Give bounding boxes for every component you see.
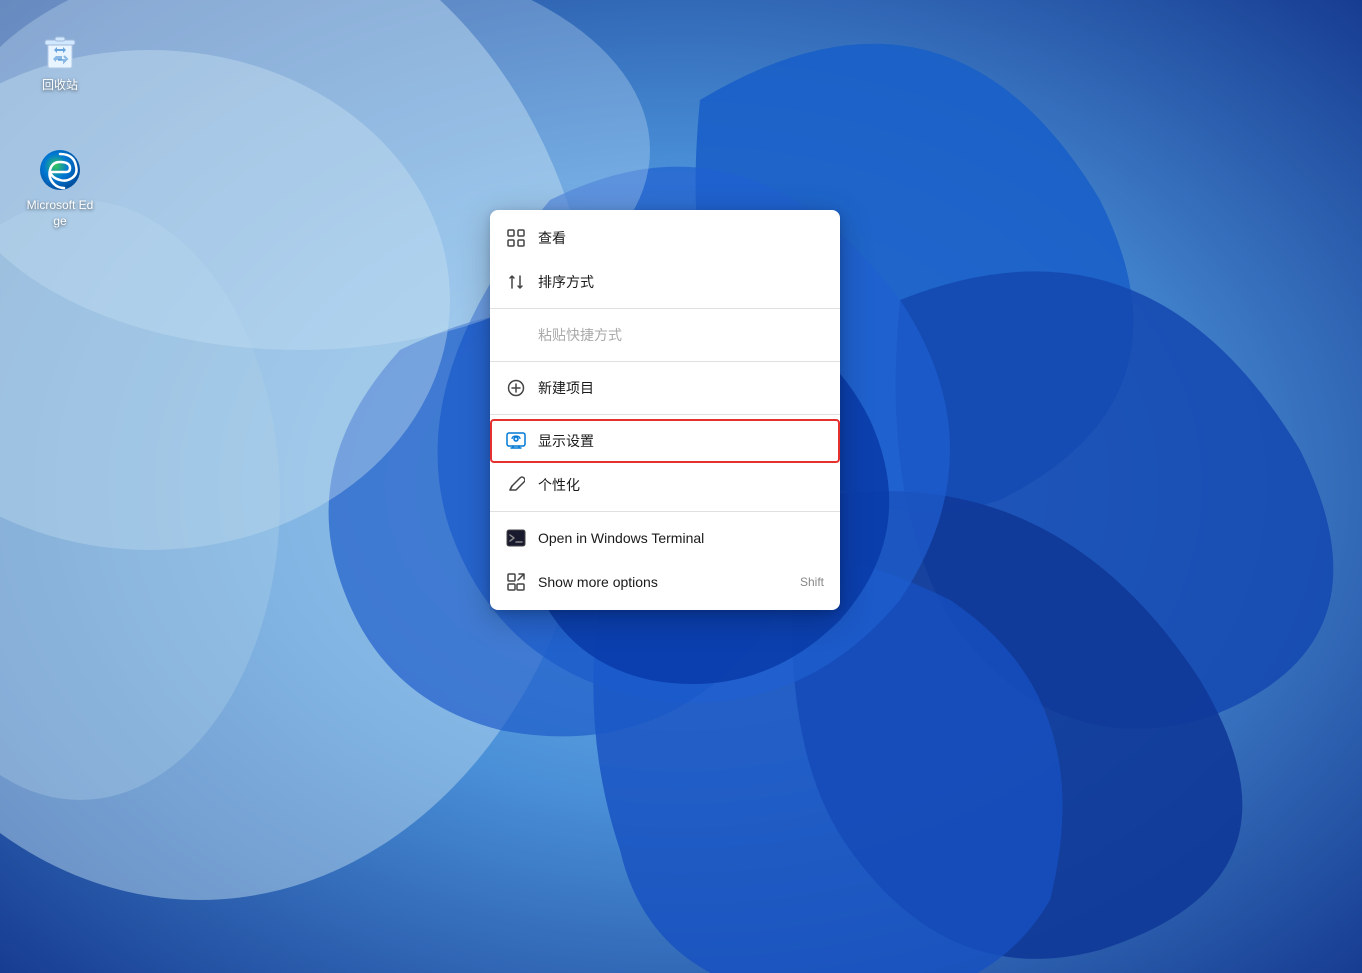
personalize-label: 个性化 (538, 475, 824, 495)
menu-item-personalize[interactable]: 个性化 (490, 463, 840, 507)
edge-label: Microsoft Edge (26, 198, 94, 229)
grid-icon (506, 228, 526, 248)
display-label: 显示设置 (538, 431, 824, 451)
menu-item-new[interactable]: 新建项目 (490, 366, 840, 410)
more-options-label: Show more options (538, 574, 788, 590)
sort-label: 排序方式 (538, 272, 824, 292)
menu-item-sort[interactable]: 排序方式 (490, 260, 840, 304)
paste-icon (506, 325, 526, 345)
separator-3 (490, 414, 840, 415)
view-label: 查看 (538, 228, 824, 248)
menu-item-paste-shortcut[interactable]: 粘贴快捷方式 (490, 313, 840, 357)
pencil-icon (506, 475, 526, 495)
desktop-icon-recycle-bin[interactable]: 回收站 (20, 20, 100, 100)
menu-item-view[interactable]: 查看 (490, 216, 840, 260)
separator-2 (490, 361, 840, 362)
desktop-icon-microsoft-edge[interactable]: Microsoft Edge (20, 140, 100, 235)
plus-circle-icon (506, 378, 526, 398)
recycle-bin-label: 回收站 (42, 78, 78, 94)
terminal-label: Open in Windows Terminal (538, 530, 824, 546)
recycle-bin-icon (36, 26, 84, 74)
expand-icon (506, 572, 526, 592)
separator-4 (490, 511, 840, 512)
sort-icon (506, 272, 526, 292)
menu-item-more-options[interactable]: Show more options Shift (490, 560, 840, 604)
more-options-shortcut: Shift (800, 575, 824, 589)
display-icon (506, 431, 526, 451)
new-label: 新建项目 (538, 378, 824, 398)
separator-1 (490, 308, 840, 309)
edge-icon (36, 146, 84, 194)
menu-item-display[interactable]: 显示设置 (490, 419, 840, 463)
context-menu: 查看 排序方式 粘贴快捷方式 新建项目 (490, 210, 840, 610)
terminal-icon (506, 528, 526, 548)
paste-shortcut-label: 粘贴快捷方式 (538, 325, 824, 345)
menu-item-terminal[interactable]: Open in Windows Terminal (490, 516, 840, 560)
